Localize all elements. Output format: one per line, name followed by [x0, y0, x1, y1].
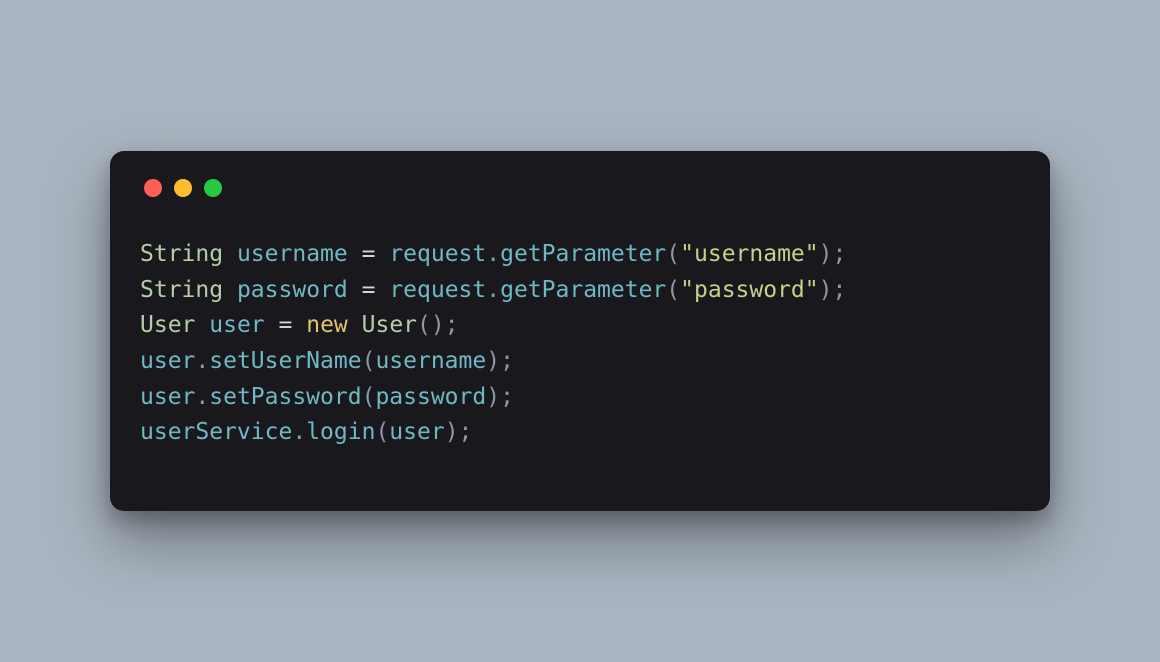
- token-arg: password: [375, 384, 486, 410]
- token-punc: .: [292, 419, 306, 445]
- token-method: setPassword: [209, 384, 361, 410]
- token-var: password: [237, 277, 348, 303]
- token-op: =: [362, 241, 376, 267]
- code-line: user.setUserName(username);: [140, 348, 514, 374]
- code-line: User user = new User();: [140, 312, 459, 338]
- token-obj: user: [140, 384, 195, 410]
- token-obj: user: [140, 348, 195, 374]
- token-type: User: [140, 312, 195, 338]
- traffic-lights: [140, 179, 1020, 197]
- token-method: getParameter: [500, 277, 666, 303]
- token-method: login: [306, 419, 375, 445]
- token-punc: ;: [500, 384, 514, 410]
- token-punc: ;: [833, 241, 847, 267]
- token-punc: .: [195, 384, 209, 410]
- code-window: String username = request.getParameter("…: [110, 151, 1050, 511]
- token-punc: ): [431, 312, 445, 338]
- token-op: =: [362, 277, 376, 303]
- token-punc: (: [375, 419, 389, 445]
- code-block: String username = request.getParameter("…: [140, 237, 1020, 451]
- token-punc: ;: [459, 419, 473, 445]
- token-punc: ): [486, 348, 500, 374]
- minimize-icon[interactable]: [174, 179, 192, 197]
- token-string: "username": [680, 241, 819, 267]
- code-line: user.setPassword(password);: [140, 384, 514, 410]
- token-punc: (: [362, 348, 376, 374]
- token-method: getParameter: [500, 241, 666, 267]
- token-keyword: new: [306, 312, 348, 338]
- token-obj: userService: [140, 419, 292, 445]
- code-line: String username = request.getParameter("…: [140, 241, 846, 267]
- code-line: String password = request.getParameter("…: [140, 277, 846, 303]
- token-punc: ): [445, 419, 459, 445]
- token-punc: ;: [445, 312, 459, 338]
- close-icon[interactable]: [144, 179, 162, 197]
- code-line: userService.login(user);: [140, 419, 472, 445]
- token-punc: (: [666, 277, 680, 303]
- token-punc: (: [417, 312, 431, 338]
- token-punc: ;: [500, 348, 514, 374]
- token-punc: (: [666, 241, 680, 267]
- token-punc: .: [195, 348, 209, 374]
- token-arg: user: [389, 419, 444, 445]
- token-method: setUserName: [209, 348, 361, 374]
- token-string: "password": [680, 277, 819, 303]
- token-punc: (: [362, 384, 376, 410]
- token-punc: ): [486, 384, 500, 410]
- token-var: user: [209, 312, 264, 338]
- token-punc: .: [486, 277, 500, 303]
- token-obj: request: [389, 241, 486, 267]
- token-arg: username: [375, 348, 486, 374]
- token-punc: ;: [833, 277, 847, 303]
- token-obj: request: [389, 277, 486, 303]
- token-ctor: User: [362, 312, 417, 338]
- token-punc: .: [486, 241, 500, 267]
- token-var: username: [237, 241, 348, 267]
- token-op: =: [279, 312, 293, 338]
- token-type: String: [140, 277, 223, 303]
- token-punc: ): [819, 241, 833, 267]
- token-type: String: [140, 241, 223, 267]
- token-punc: ): [819, 277, 833, 303]
- zoom-icon[interactable]: [204, 179, 222, 197]
